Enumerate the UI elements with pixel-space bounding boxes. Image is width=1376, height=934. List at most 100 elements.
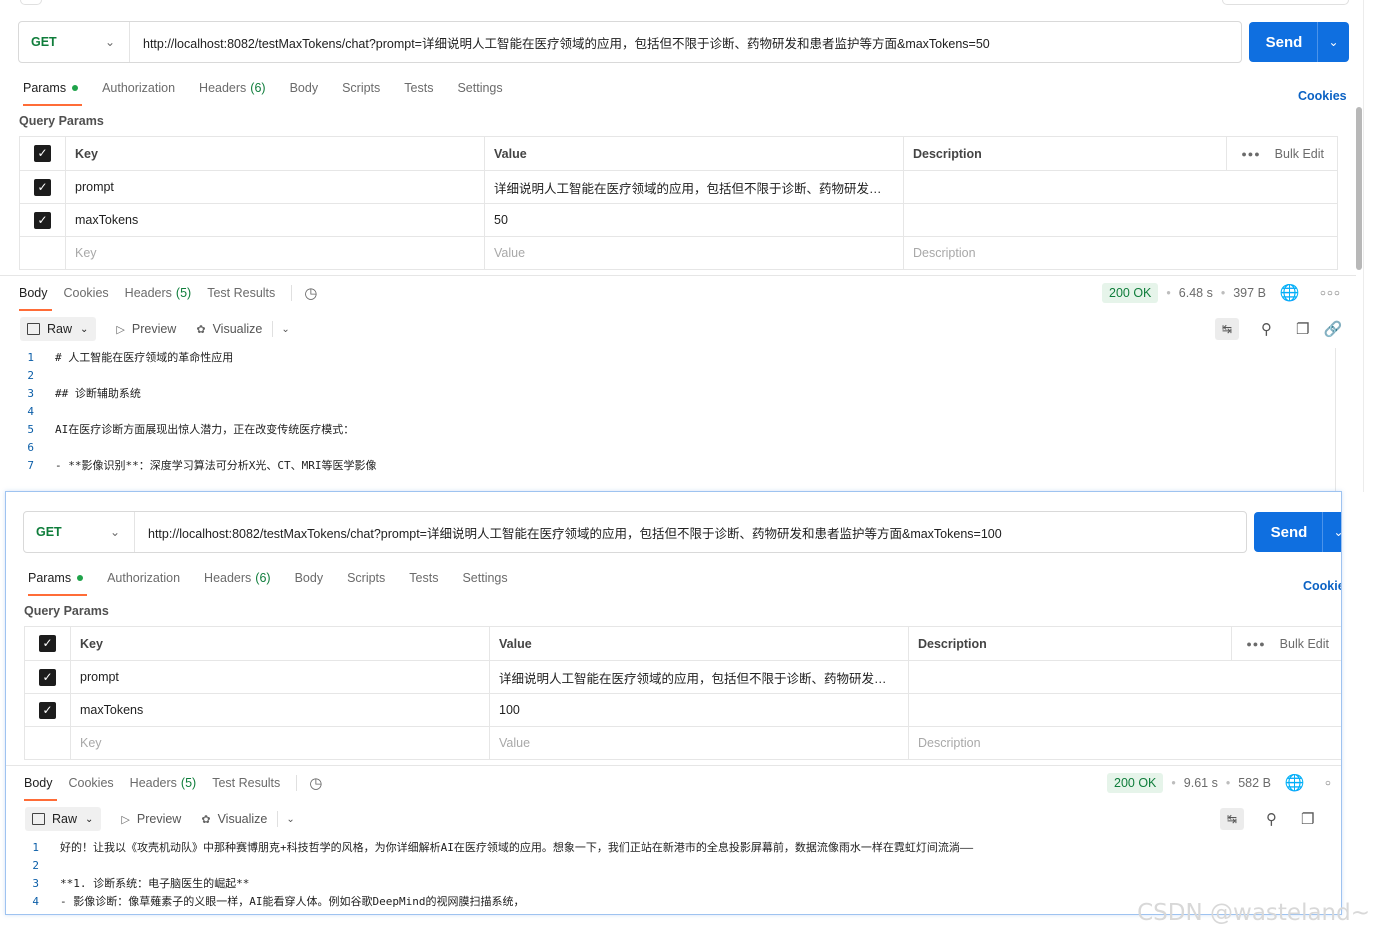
link-icon[interactable]: 🔗 [1323, 320, 1342, 338]
request-tabs: Params Authorization Headers (6) Body Scr… [23, 73, 527, 106]
send-dropdown-chevron-icon[interactable]: ⌄ [1322, 512, 1341, 552]
visualize-button[interactable]: ✿ Visualize [201, 812, 267, 826]
tab-tests[interactable]: Tests [409, 563, 438, 593]
bulk-edit-button[interactable]: ●●● Bulk Edit [1226, 137, 1336, 170]
wrap-lines-icon[interactable]: ↹ [1220, 808, 1244, 830]
wrap-lines-icon[interactable]: ↹ [1215, 318, 1239, 340]
param-description-cell[interactable] [903, 203, 1338, 237]
tab-settings[interactable]: Settings [462, 563, 507, 593]
tab-response-headers[interactable]: Headers (5) [125, 278, 192, 308]
url-input[interactable]: http://localhost:8082/testMaxTokens/chat… [135, 523, 1002, 542]
tab-response-headers[interactable]: Headers (5) [130, 768, 197, 798]
document-icon [27, 323, 40, 335]
visualize-chevron-down-icon[interactable]: ⌄ [272, 321, 290, 337]
copy-icon[interactable]: ❐ [1301, 810, 1314, 828]
param-value-cell[interactable]: 100 [489, 693, 909, 727]
send-button[interactable]: Send ⌄ [1249, 22, 1349, 62]
tab-response-cookies[interactable]: Cookies [69, 768, 114, 798]
raw-label: Raw [47, 322, 73, 336]
response-time[interactable]: 6.48 s [1179, 286, 1213, 300]
cookies-link[interactable]: Cookie [1303, 579, 1341, 593]
tab-settings[interactable]: Settings [457, 73, 502, 103]
tab-body[interactable]: Body [290, 73, 319, 103]
history-icon[interactable]: ◷ [291, 285, 317, 302]
response-body-code[interactable]: 1 好的！让我以《攻壳机动队》中那种赛博朋克+科技哲学的风格，为你详细解析AI在医… [20, 838, 973, 910]
param-description-cell[interactable] [903, 170, 1338, 204]
status-badge[interactable]: 200 OK [1107, 773, 1164, 793]
status-badge[interactable]: 200 OK [1102, 283, 1159, 303]
tab-tests[interactable]: Tests [404, 73, 433, 103]
param-key-cell[interactable]: prompt [70, 660, 490, 694]
row-checkbox[interactable]: ✓ [34, 178, 51, 196]
response-size[interactable]: 582 B [1238, 776, 1271, 790]
search-icon[interactable]: ⚲ [1261, 320, 1272, 338]
preview-button[interactable]: ▷ Preview [116, 322, 176, 336]
tab-test-results[interactable]: Test Results [212, 768, 280, 798]
raw-format-select[interactable]: Raw ⌄ [20, 317, 97, 341]
copy-icon[interactable]: ❐ [1296, 320, 1309, 338]
globe-icon[interactable]: 🌐 [1280, 283, 1300, 303]
line-text: 好的！让我以《攻壳机动队》中那种赛博朋克+科技哲学的风格，为你详细解析AI在医疗… [60, 841, 974, 854]
tab-body[interactable]: Body [295, 563, 324, 593]
param-value-cell[interactable]: 详细说明人工智能在医疗领域的应用，包括但不限于诊断、药物研发和患者... [484, 170, 904, 204]
param-key-cell[interactable]: maxTokens [65, 203, 485, 237]
bulk-edit-button[interactable]: ●●● Bulk Edit [1231, 627, 1341, 660]
raw-format-select[interactable]: Raw ⌄ [25, 807, 102, 831]
url-input[interactable]: http://localhost:8082/testMaxTokens/chat… [130, 33, 990, 52]
param-value-cell[interactable]: 详细说明人工智能在医疗领域的应用，包括但不限于诊断、药物研发和患者... [489, 660, 909, 694]
select-all-checkbox[interactable]: ✓ [34, 145, 51, 162]
tab-response-cookies[interactable]: Cookies [64, 278, 109, 308]
tab-authorization[interactable]: Authorization [102, 73, 175, 103]
line-number: 3 [27, 386, 34, 400]
globe-icon[interactable]: 🌐 [1285, 773, 1305, 793]
row-checkbox[interactable]: ✓ [39, 668, 56, 686]
param-key-cell[interactable]: maxTokens [70, 693, 490, 727]
row-checkbox[interactable]: ✓ [39, 701, 56, 719]
new-key-input[interactable]: Key [70, 726, 490, 760]
param-description-cell[interactable] [908, 693, 1341, 727]
table-row: ✓ maxTokens 50 [19, 203, 1338, 237]
tab-headers[interactable]: Headers (6) [199, 73, 266, 103]
scrollbar-thumb[interactable] [1356, 107, 1362, 270]
history-icon[interactable]: ◷ [296, 775, 322, 792]
more-icon[interactable]: ○ [1325, 778, 1332, 789]
visualize-label: Visualize [212, 322, 263, 336]
new-description-input[interactable]: Description [903, 236, 1338, 270]
separator-dot: • [1171, 776, 1176, 790]
response-size[interactable]: 397 B [1233, 286, 1266, 300]
tab-response-body[interactable]: Body [24, 768, 56, 801]
new-key-input[interactable]: Key [65, 236, 485, 270]
select-all-checkbox[interactable]: ✓ [39, 635, 56, 652]
new-value-input[interactable]: Value [489, 726, 909, 760]
preview-button[interactable]: ▷ Preview [121, 812, 181, 826]
response-time[interactable]: 9.61 s [1184, 776, 1218, 790]
tab-test-results[interactable]: Test Results [207, 278, 275, 308]
more-icon[interactable]: ○○○ [1320, 288, 1341, 299]
param-description-cell[interactable] [908, 660, 1341, 694]
code-line: 7 - **影像识别**：深度学习算法可分析X光、CT、MRI等医学影像 [15, 456, 376, 474]
tab-authorization[interactable]: Authorization [107, 563, 180, 593]
tab-headers[interactable]: Headers (6) [204, 563, 271, 593]
response-body-code[interactable]: 1 # 人工智能在医疗领域的革命性应用 2 3 ## 诊断辅助系统 4 5 AI在医疗… [15, 348, 376, 474]
tab-scripts[interactable]: Scripts [347, 563, 385, 593]
method-select[interactable]: GET ⌄ [19, 22, 130, 62]
tab-label: Settings [462, 571, 508, 585]
tab-params[interactable]: Params [28, 563, 88, 596]
send-dropdown-chevron-icon[interactable]: ⌄ [1317, 22, 1349, 62]
param-value-cell[interactable]: 50 [484, 203, 904, 237]
table-row-empty: Key Value Description [19, 236, 1338, 270]
method-select[interactable]: GET ⌄ [24, 512, 135, 552]
search-icon[interactable]: ⚲ [1266, 810, 1277, 828]
code-line: 3 **1. 诊断系统：电子脑医生的崛起** [20, 874, 973, 892]
row-checkbox[interactable]: ✓ [34, 211, 51, 229]
new-description-input[interactable]: Description [908, 726, 1341, 760]
tab-params[interactable]: Params [23, 73, 83, 106]
tab-response-body[interactable]: Body [19, 278, 51, 311]
tab-scripts[interactable]: Scripts [342, 73, 380, 103]
visualize-button[interactable]: ✿ Visualize [196, 322, 262, 336]
new-value-input[interactable]: Value [484, 236, 904, 270]
cookies-link[interactable]: Cookies [1298, 89, 1347, 103]
send-button[interactable]: Send ⌄ [1254, 512, 1341, 552]
visualize-chevron-down-icon[interactable]: ⌄ [277, 811, 295, 827]
param-key-cell[interactable]: prompt [65, 170, 485, 204]
